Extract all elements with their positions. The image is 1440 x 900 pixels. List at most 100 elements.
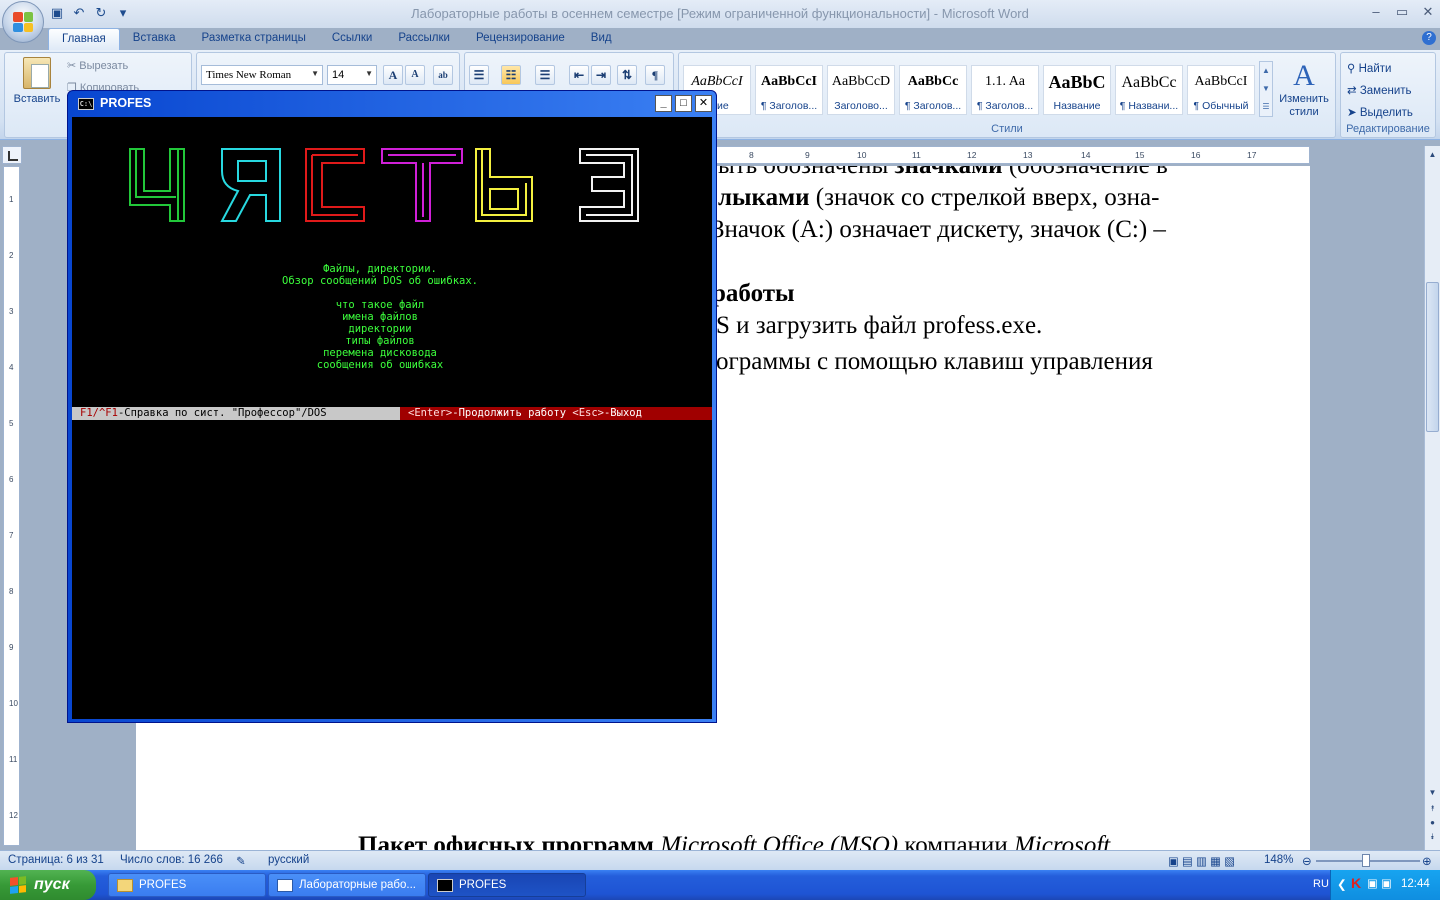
clear-format-icon[interactable]: ab [433, 65, 453, 85]
ruler-tick: 1 [9, 195, 14, 204]
console-menu-item[interactable]: имена файлов [72, 311, 688, 323]
ruler-tick: 12 [9, 811, 18, 820]
save-icon[interactable]: ▣ [48, 4, 66, 22]
style-card[interactable]: AaBbC Название [1043, 65, 1111, 115]
minimize-button[interactable]: – [1368, 4, 1384, 20]
style-card[interactable]: AaBbCcI ¶ Заголов... [755, 65, 823, 115]
chevron-down-icon: ▼ [365, 69, 373, 78]
tab-home[interactable]: Главная [48, 28, 120, 50]
tab-page-layout[interactable]: Разметка страницы [189, 28, 319, 50]
console-menu-item[interactable]: перемена дисковода [72, 347, 688, 359]
zoom-slider-thumb[interactable] [1361, 854, 1370, 867]
office-logo-icon [13, 12, 33, 32]
console-menu-item[interactable]: что такое файл [72, 299, 688, 311]
style-card[interactable]: AaBbCc ¶ Заголов... [899, 65, 967, 115]
console-window[interactable]: C:\ PROFES _ □ ✕ Файлы, директории. Обзо… [67, 90, 717, 723]
ruler-tick: 9 [9, 643, 14, 652]
antivirus-icon[interactable]: K [1351, 875, 1361, 891]
zoom-out-icon[interactable]: ⊖ [1302, 854, 1312, 868]
increase-indent-icon[interactable]: ⇥ [591, 65, 611, 85]
help-icon[interactable]: ? [1422, 31, 1436, 45]
console-close-button[interactable]: ✕ [695, 95, 712, 112]
heading-glyph [129, 148, 185, 222]
tray-app-icon[interactable]: ▣ [1367, 876, 1378, 890]
numbering-icon[interactable]: ☷ [501, 65, 521, 85]
prev-page-icon[interactable]: ⯭ [1426, 802, 1439, 816]
next-page-icon[interactable]: ⯯ [1426, 830, 1439, 844]
change-styles-button[interactable]: A Изменить стили [1275, 59, 1333, 119]
language-indicator[interactable]: русский [268, 854, 309, 866]
view-buttons[interactable]: ▣ ▤ ▥ ▦ ▧ [1168, 854, 1235, 868]
tab-references[interactable]: Ссылки [319, 28, 386, 50]
ruler-tick: 3 [9, 307, 14, 316]
sort-icon[interactable]: ⇅ [617, 65, 637, 85]
tab-mailings[interactable]: Рассылки [385, 28, 463, 50]
grow-font-icon[interactable]: A [383, 65, 403, 85]
decrease-indent-icon[interactable]: ⇤ [569, 65, 589, 85]
console-menu-item[interactable]: сообщения об ошибках [72, 359, 688, 371]
select-button[interactable]: ➤ Выделить [1347, 105, 1413, 119]
scroll-up-icon[interactable]: ▲ [1426, 148, 1439, 162]
bullets-icon[interactable]: ☰ [469, 65, 489, 85]
restore-button[interactable]: ▭ [1394, 4, 1410, 20]
taskbar-item-folder[interactable]: PROFES [108, 873, 266, 897]
undo-icon[interactable]: ↶ [70, 4, 88, 22]
console-title-bar[interactable]: C:\ PROFES _ □ ✕ [72, 95, 712, 113]
office-button[interactable] [2, 1, 44, 43]
console-screen[interactable]: Файлы, директории. Обзор сообщений DOS о… [72, 117, 712, 719]
paste-button[interactable]: Вставить [11, 57, 63, 105]
style-card[interactable]: AaBbCc ¶ Названи... [1115, 65, 1183, 115]
font-name-select[interactable]: Times New Roman ▼ [201, 65, 323, 85]
zoom-level[interactable]: 148% [1264, 854, 1293, 866]
close-button[interactable]: ✕ [1420, 4, 1436, 20]
tray-app-icon[interactable]: ▣ [1381, 876, 1392, 890]
console-maximize-button[interactable]: □ [675, 95, 692, 112]
taskbar-item-console[interactable]: PROFES [428, 873, 586, 897]
tab-view[interactable]: Вид [578, 28, 625, 50]
console-help-hint[interactable]: F1/^F1-Справка по сист. "Профессор"/DOS [72, 407, 400, 420]
clock[interactable]: 12:44 [1401, 878, 1430, 890]
shrink-font-icon[interactable]: A [405, 65, 425, 85]
folder-icon [117, 879, 133, 892]
tray-arrow-icon[interactable]: ❮ [1337, 877, 1347, 891]
cut-button[interactable]: ✂ Вырезать [67, 59, 128, 72]
page-indicator[interactable]: Страница: 6 из 31 [8, 854, 104, 866]
language-bar[interactable]: RU [1313, 878, 1329, 890]
proofing-icon[interactable]: ✎ [236, 854, 246, 868]
console-minimize-button[interactable]: _ [655, 95, 672, 112]
vertical-ruler[interactable]: 1 2 3 4 5 6 7 8 9 10 11 12 [3, 166, 20, 846]
vertical-scrollbar[interactable]: ▲ ▼ ⯭ ● ⯯ [1424, 146, 1440, 850]
console-status-line: F1/^F1-Справка по сист. "Профессор"/DOS … [72, 407, 712, 420]
font-size-select[interactable]: 14 ▼ [327, 65, 377, 85]
taskbar-item-word[interactable]: Лабораторные рабо... [268, 873, 426, 897]
multilevel-list-icon[interactable]: ☰ [535, 65, 555, 85]
tab-insert[interactable]: Вставка [120, 28, 189, 50]
browse-object-icon[interactable]: ● [1426, 816, 1439, 830]
status-bar: Страница: 6 из 31 Число слов: 16 266 ✎ р… [0, 850, 1440, 870]
style-card[interactable]: AaBbCcI ¶ Обычный [1187, 65, 1255, 115]
console-menu-item[interactable]: типы файлов [72, 335, 688, 347]
doc-text: компании [898, 832, 1014, 850]
start-button[interactable]: пуск [0, 870, 96, 900]
replace-button[interactable]: ⇄ Заменить [1347, 83, 1412, 97]
find-button[interactable]: ⚲ Найти [1347, 61, 1391, 75]
ruler-tick: 4 [9, 363, 14, 372]
scroll-down-icon[interactable]: ▼ [1426, 786, 1439, 800]
zoom-in-icon[interactable]: ⊕ [1422, 854, 1432, 868]
style-card[interactable]: 1.1. Aa ¶ Заголов... [971, 65, 1039, 115]
styles-scroll[interactable]: ▲ ▼ ☰ [1259, 61, 1273, 117]
console-menu-item[interactable]: директории [72, 323, 688, 335]
customize-qat-icon[interactable]: ▾ [114, 4, 132, 22]
doc-line: S и загрузить файл profess.exe. [716, 312, 1043, 339]
style-card[interactable]: AaBbCcD Заголово... [827, 65, 895, 115]
doc-text-italic: Microsoft Office (MSO) [660, 832, 899, 850]
tab-review[interactable]: Рецензирование [463, 28, 578, 50]
system-tray: ❮ K ▣ ▣ 12:44 [1330, 870, 1440, 900]
console-nav-hint[interactable]: <Enter>-Продолжить работу <Esc>-Выход [400, 407, 712, 420]
redo-icon[interactable]: ↻ [92, 4, 110, 22]
tab-stop-selector[interactable] [2, 146, 22, 164]
scroll-thumb[interactable] [1426, 282, 1439, 432]
show-marks-icon[interactable]: ¶ [645, 65, 665, 85]
style-name: Название [1053, 100, 1101, 112]
word-count[interactable]: Число слов: 16 266 [120, 854, 223, 866]
